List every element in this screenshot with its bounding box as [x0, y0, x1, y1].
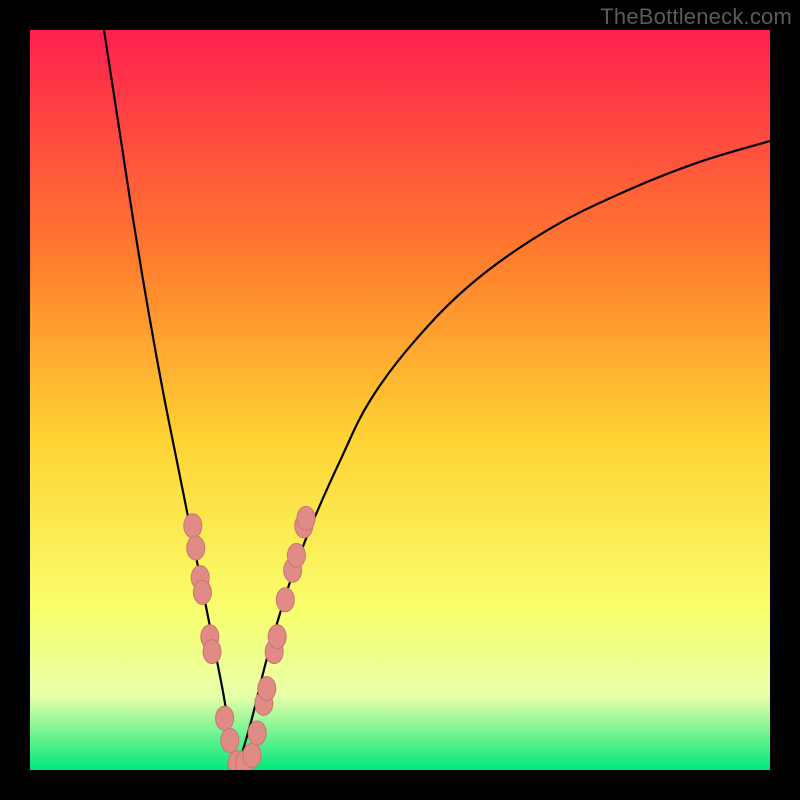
- chart-stage: TheBottleneck.com: [0, 0, 800, 800]
- data-marker: [187, 536, 205, 560]
- data-marker: [268, 625, 286, 649]
- data-marker: [297, 506, 315, 530]
- chart-svg: [30, 30, 770, 770]
- attribution-label: TheBottleneck.com: [600, 4, 792, 30]
- data-marker: [216, 706, 234, 730]
- data-marker: [184, 514, 202, 538]
- data-marker: [203, 640, 221, 664]
- chart-background: [30, 30, 770, 770]
- data-marker: [221, 728, 239, 752]
- data-marker: [243, 743, 261, 767]
- data-marker: [248, 721, 266, 745]
- data-marker: [193, 580, 211, 604]
- data-marker: [276, 588, 294, 612]
- data-marker: [258, 677, 276, 701]
- data-marker: [287, 543, 305, 567]
- plot-area: [30, 30, 770, 770]
